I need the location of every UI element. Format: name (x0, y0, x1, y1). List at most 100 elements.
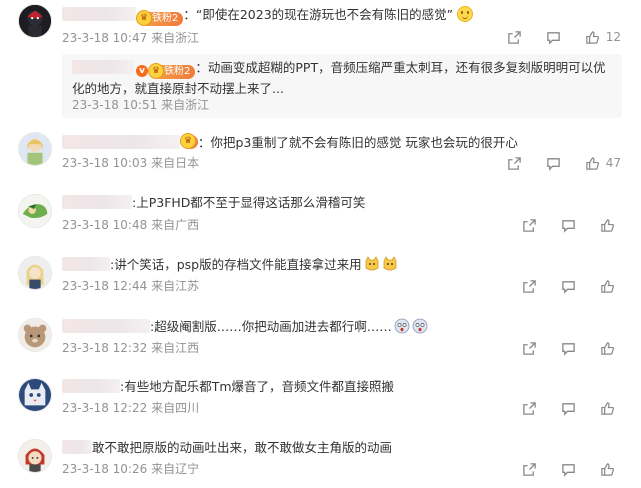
like-count: 47 (605, 156, 621, 170)
comment-icon (562, 280, 575, 294)
comment-line: ♛ 铁粉2 ：“即使在2023的现在游玩也不会有陈旧的感觉” (62, 6, 631, 26)
comment-location: 来自江苏 (151, 279, 200, 293)
comment-actions: 12 (483, 28, 621, 46)
username[interactable] (62, 195, 132, 209)
cat-emoji-icon (365, 256, 379, 271)
thumbs-up-icon (585, 30, 599, 44)
comment-actions (498, 277, 621, 295)
reply-line: v ♛ 铁粉2 ：动画变成超糊的PPT，音频压缩严重太刺耳，还有很多复刻版明明可以优化… (72, 58, 617, 98)
comment-location: 来自广西 (151, 218, 200, 232)
avatar[interactable] (18, 132, 52, 166)
reply-meta: 23-3-18 10:51 来自浙江 (72, 96, 209, 113)
comment-icon (546, 157, 560, 171)
thumbs-up-icon (601, 218, 614, 232)
share-button[interactable] (522, 399, 537, 417)
comment-line: 敢不敢把原版的动画吐出来，敢不敢做女主角版的动画 (62, 439, 631, 457)
comment-meta: 23-3-18 10:03 来自日本 (62, 155, 199, 171)
comment-icon (562, 219, 575, 233)
share-icon (523, 279, 536, 293)
share-icon (507, 30, 521, 44)
comment-meta: 23-3-18 10:48 来自广西 (62, 217, 199, 233)
comment-icon (562, 342, 575, 356)
comment-text: ：你把p3重制了就不会有陈旧的感觉 玩家也会玩的很开心 (198, 135, 518, 150)
avatar[interactable] (18, 4, 52, 38)
share-button[interactable] (522, 339, 537, 357)
comment-text: 敢不敢把原版的动画吐出来，敢不敢做女主角版的动画 (92, 440, 393, 455)
crown-icon: ♛ (180, 133, 196, 149)
like-button[interactable] (600, 339, 621, 357)
comment-location: 来自江西 (151, 341, 200, 355)
reply-button[interactable] (561, 216, 576, 234)
reply-time: 23-3-18 10:51 (72, 98, 158, 112)
like-button[interactable] (600, 277, 621, 295)
username[interactable] (62, 319, 150, 333)
comment-text: ：“即使在2023的现在游玩也不会有陈旧的感觉” (183, 7, 454, 22)
thumbs-up-icon (601, 279, 614, 293)
username[interactable] (62, 379, 120, 393)
avatar[interactable] (18, 194, 52, 228)
reply-button[interactable] (561, 399, 576, 417)
crown-icon: ♛ (148, 63, 164, 79)
share-icon (523, 462, 536, 476)
comment-actions: 47 (483, 154, 621, 172)
comment-time: 23-3-18 10:03 (62, 156, 148, 170)
fan-badge: ♛ (180, 133, 198, 149)
comment-icon (562, 402, 575, 416)
fan-badge-label: 铁粉2 (152, 13, 179, 24)
like-button[interactable] (600, 216, 621, 234)
reply-button[interactable] (561, 460, 576, 478)
reply-button[interactable] (561, 277, 576, 295)
comment-icon (546, 31, 560, 45)
username[interactable] (62, 440, 92, 454)
share-button[interactable] (522, 460, 537, 478)
avatar[interactable] (18, 256, 52, 290)
like-count: 12 (605, 30, 621, 44)
share-button[interactable] (507, 154, 522, 172)
comment-location: 来自辽宁 (151, 462, 200, 476)
comment-actions (498, 460, 621, 478)
shocked-emoji-icon (412, 318, 428, 334)
share-icon (523, 341, 536, 355)
comment-time: 23-3-18 10:47 (62, 31, 148, 45)
comment-time: 23-3-18 12:32 (62, 341, 148, 355)
username[interactable] (62, 257, 110, 271)
username[interactable] (62, 7, 136, 21)
like-button[interactable] (600, 460, 621, 478)
comment-line: :上P3FHD都不至于显得这话那么滑稽可笑 (62, 194, 631, 212)
username[interactable] (62, 135, 180, 149)
share-button[interactable] (507, 28, 522, 46)
reply-button[interactable] (546, 28, 561, 46)
reply-username[interactable] (72, 60, 134, 74)
comment-time: 23-3-18 12:22 (62, 401, 148, 415)
reply-box: v ♛ 铁粉2 ：动画变成超糊的PPT，音频压缩严重太刺耳，还有很多复刻版明明可以优化… (62, 54, 622, 118)
reply-location: 来自浙江 (161, 98, 210, 112)
thumbs-up-icon (585, 156, 599, 170)
verified-icon: v (136, 65, 148, 77)
comment-meta: 23-3-18 12:32 来自江西 (62, 340, 199, 356)
avatar[interactable] (18, 378, 52, 412)
avatar[interactable] (18, 318, 52, 352)
reply-button[interactable] (561, 339, 576, 357)
like-button[interactable]: 47 (585, 154, 621, 172)
comment-time: 23-3-18 12:44 (62, 279, 148, 293)
fan-badge-label: 铁粉2 (164, 66, 191, 77)
avatar[interactable] (18, 439, 52, 473)
reply-button[interactable] (546, 154, 561, 172)
comment-meta: 23-3-18 10:26 来自辽宁 (62, 461, 199, 477)
share-button[interactable] (522, 277, 537, 295)
share-button[interactable] (522, 216, 537, 234)
comment-text: :有些地方配乐都Tm爆音了，音频文件都直接照搬 (120, 379, 395, 394)
comment-time: 23-3-18 10:26 (62, 462, 148, 476)
crown-icon: ♛ (136, 10, 152, 26)
like-button[interactable] (600, 399, 621, 417)
thumbs-up-icon (601, 401, 614, 415)
like-button[interactable]: 12 (585, 28, 621, 46)
share-icon (523, 218, 536, 232)
comment-line: ♛ ：你把p3重制了就不会有陈旧的感觉 玩家也会玩的很开心 (62, 133, 631, 152)
comment-actions (498, 339, 621, 357)
comment-text: :讲个笑话，psp版的存档文件能直接拿过来用 (110, 257, 362, 272)
comment-text: :超级阉割版……你把动画加进去都行啊…… (150, 319, 392, 334)
comment-location: 来自四川 (151, 401, 200, 415)
comment-text: :上P3FHD都不至于显得这话那么滑稽可笑 (132, 195, 366, 210)
thumbs-up-icon (601, 462, 614, 476)
